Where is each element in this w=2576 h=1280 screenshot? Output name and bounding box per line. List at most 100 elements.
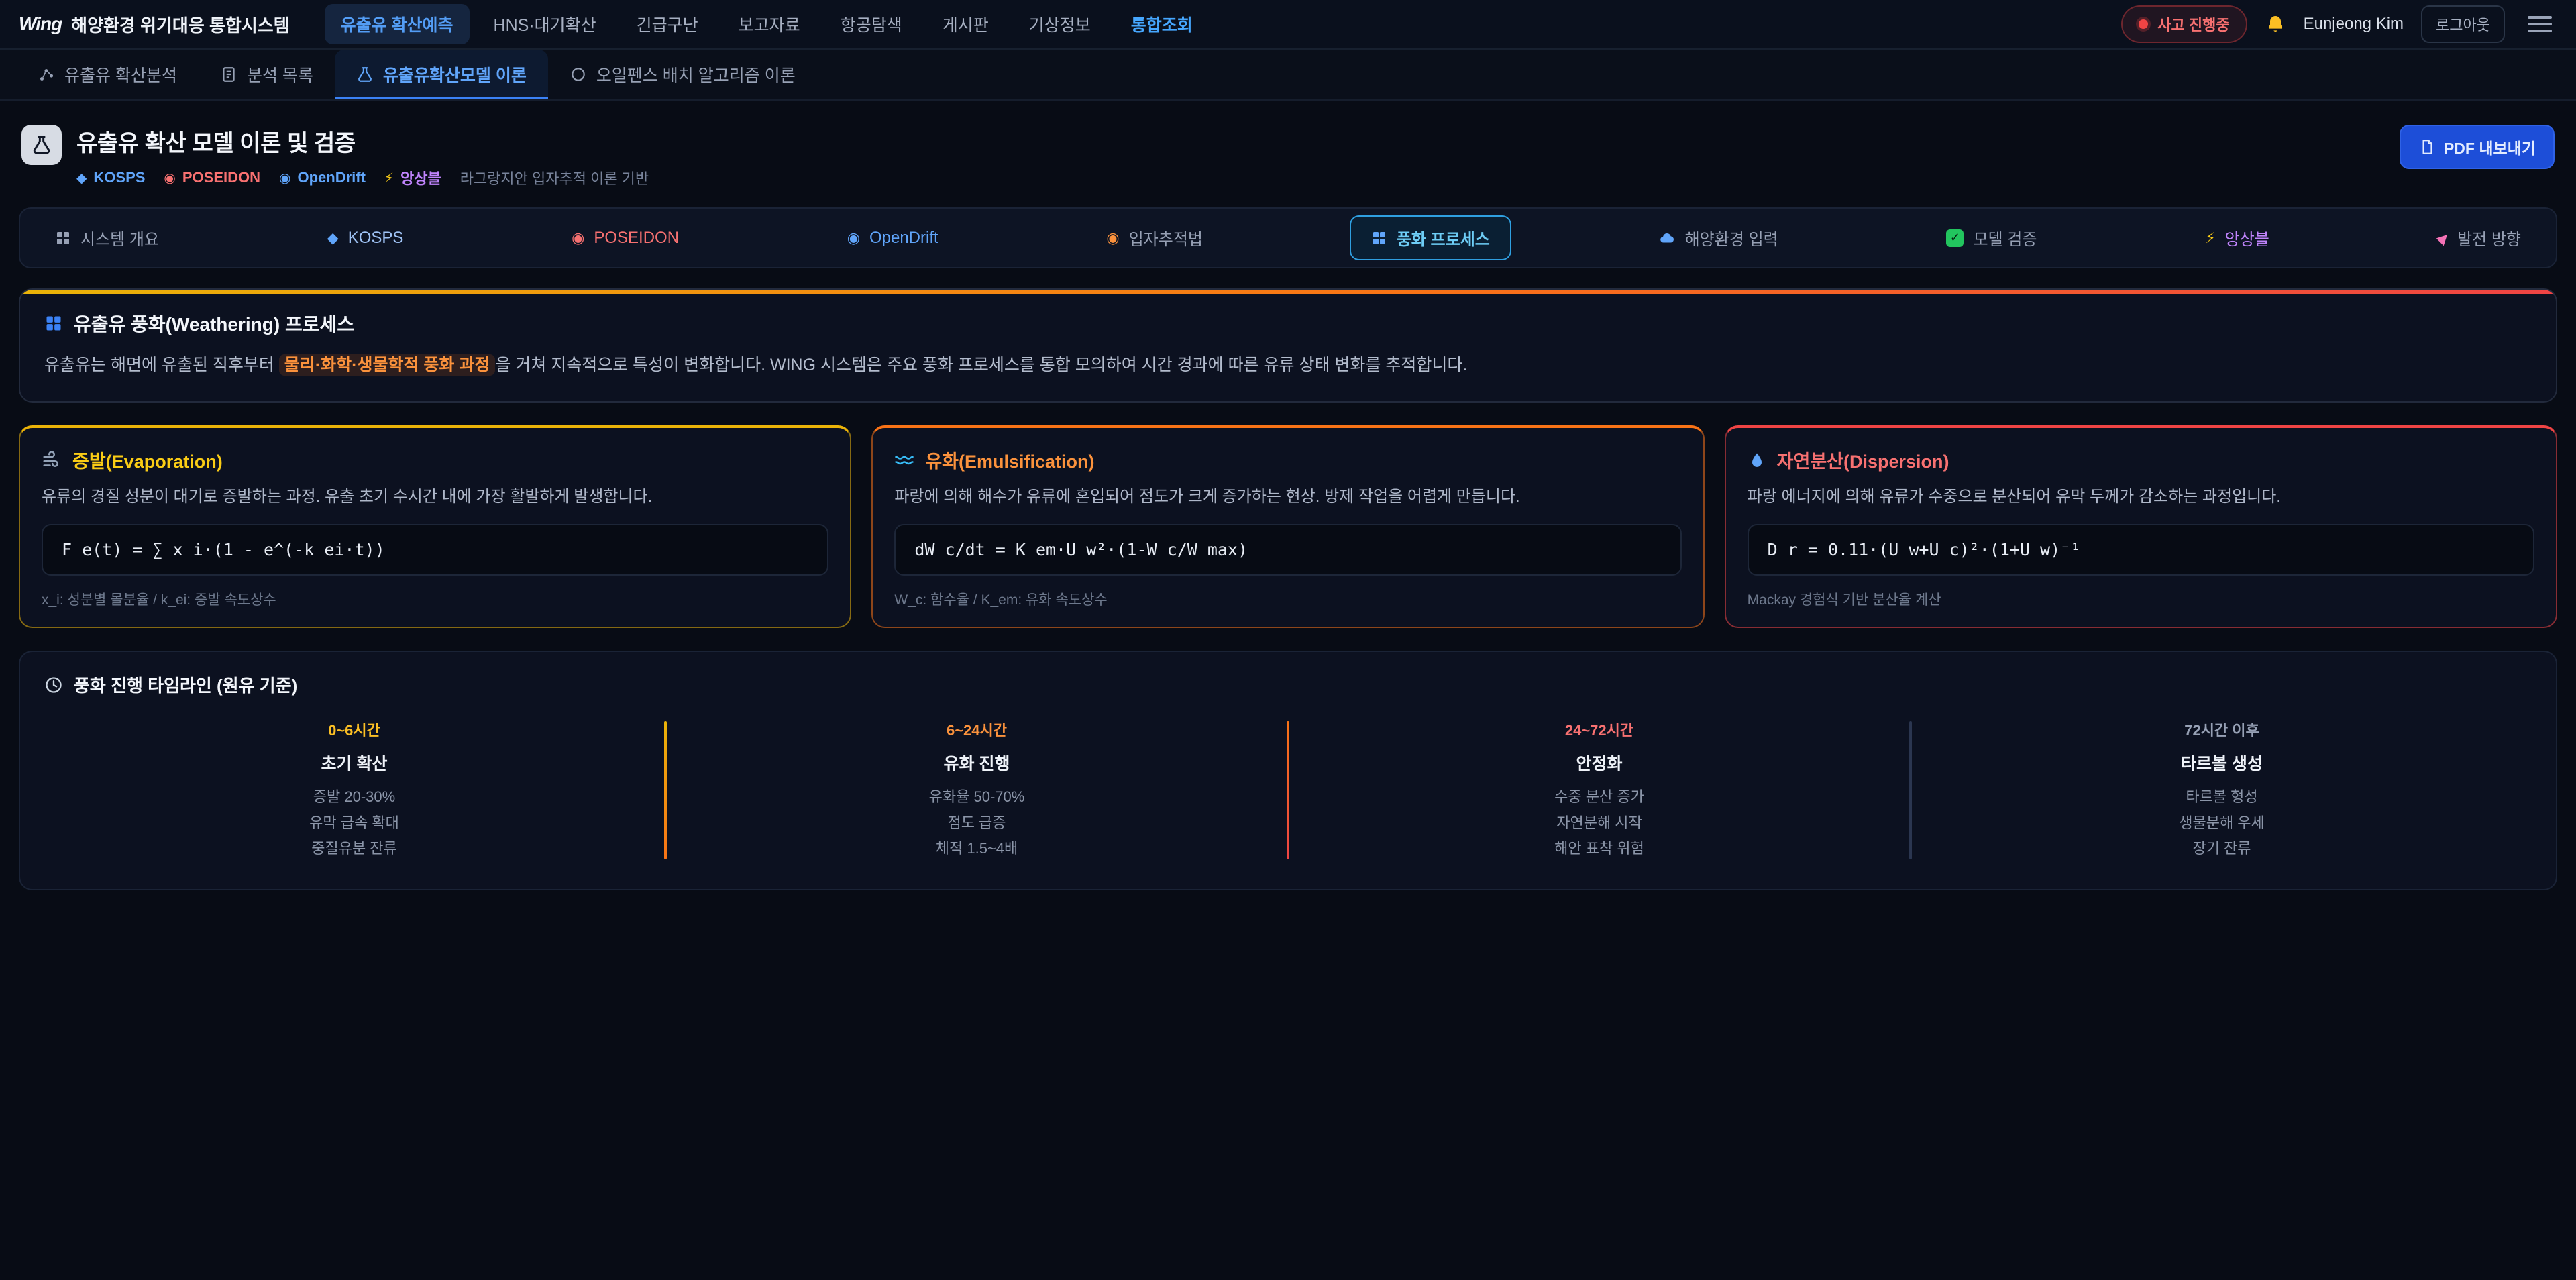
menu-icon[interactable] xyxy=(2522,9,2557,39)
dispersion-note: Mackay 경험식 기반 분산율 계산 xyxy=(1748,589,2534,609)
check-icon: ✓ xyxy=(1946,229,1964,247)
clock-icon xyxy=(44,676,63,694)
weathering-intro-panel: 유출유 풍화(Weathering) 프로세스 유출유는 해면에 유출된 직후부… xyxy=(19,288,2557,403)
process-cards: 증발(Evaporation) 유류의 경질 성분이 대기로 증발하는 과정. … xyxy=(19,425,2557,628)
timeline-title: 풍화 진행 타임라인 (원유 기준) xyxy=(44,672,2532,697)
phase-stage: 초기 확산 xyxy=(44,751,664,775)
phase-time: 6~24시간 xyxy=(667,718,1287,740)
page-header-texts: 유출유 확산 모델 이론 및 검증 ◆ KOSPS ◉ POSEIDON ◉ O xyxy=(76,125,649,189)
nav-item-hns-air-dispersion[interactable]: HNS·대기확산 xyxy=(478,4,612,44)
card-dispersion-desc: 파랑 에너지에 의해 유류가 수중으로 분산되어 유막 두께가 감소하는 과정입… xyxy=(1748,485,2534,509)
page-subtitle: 라그랑지안 입자추적 이론 기반 xyxy=(460,167,649,189)
tab-weathering-process[interactable]: 풍화 프로세스 xyxy=(1350,215,1511,260)
phase-time: 24~72시간 xyxy=(1289,718,1909,740)
nav-item-oil-spill-prediction[interactable]: 유출유 확산예측 xyxy=(325,4,470,44)
grid-icon xyxy=(55,230,71,246)
logout-button[interactable]: 로그아웃 xyxy=(2421,5,2505,43)
wave-icon xyxy=(894,450,914,470)
card-emulsification-desc: 파랑에 의해 해수가 유류에 혼입되어 점도가 크게 증가하는 현상. 방제 작… xyxy=(894,485,1681,509)
bullseye-icon: ◉ xyxy=(164,170,175,186)
circle-icon xyxy=(570,66,587,83)
emulsification-note: W_c: 함수율 / K_em: 유화 속도상수 xyxy=(894,589,1681,609)
chart-grid-icon xyxy=(1371,230,1387,246)
wing-logo-icon: Wing xyxy=(19,13,62,35)
incident-status-badge[interactable]: 사고 진행중 xyxy=(2121,5,2247,43)
weathering-highlight: 물리·화학·생물학적 풍화 과정 xyxy=(279,354,496,376)
flask-icon xyxy=(356,66,374,83)
wind-icon xyxy=(42,450,62,470)
rocket-icon: ▶ xyxy=(2433,228,2453,248)
page-header-left: 유출유 확산 모델 이론 및 검증 ◆ KOSPS ◉ POSEIDON ◉ O xyxy=(21,125,649,189)
timeline-phase-1: 0~6시간 초기 확산 증발 20-30% 유막 급속 확대 중질유분 잔류 xyxy=(44,718,664,862)
flask-badge-icon xyxy=(21,125,62,165)
nav-item-reports[interactable]: 보고자료 xyxy=(722,4,816,44)
badge-opendrift: ◉ OpenDrift xyxy=(279,169,366,186)
card-evaporation-title: 증발(Evaporation) xyxy=(42,447,828,473)
tab-opendrift[interactable]: ◉ OpenDrift xyxy=(826,218,960,258)
incident-dot-icon xyxy=(2139,19,2148,29)
phase-time: 0~6시간 xyxy=(44,718,664,740)
card-dispersion-title: 자연분산(Dispersion) xyxy=(1748,447,2534,473)
badge-poseidon: ◉ POSEIDON xyxy=(164,169,260,186)
tab-model-validation[interactable]: ✓ 모델 검증 xyxy=(1925,215,2058,260)
diamond-icon: ◆ xyxy=(327,231,339,246)
cloud-icon xyxy=(1658,229,1676,247)
document-icon xyxy=(2418,138,2436,156)
subnav-item-diffusion-model-theory[interactable]: 유출유확산모델 이론 xyxy=(335,50,548,99)
tab-marine-environment-input[interactable]: 해양환경 입력 xyxy=(1637,215,1800,260)
grid-icon xyxy=(44,314,63,333)
weathering-description: 유출유는 해면에 유출된 직후부터 물리·화학·생물학적 풍화 과정을 거쳐 지… xyxy=(44,352,2532,378)
nav-item-aerial-search[interactable]: 항공탐색 xyxy=(824,4,918,44)
bullseye-icon: ◉ xyxy=(572,231,584,246)
page-title: 유출유 확산 모델 이론 및 검증 xyxy=(76,125,649,158)
nav-item-board[interactable]: 게시판 xyxy=(926,4,1005,44)
notification-bell-icon[interactable] xyxy=(2265,13,2286,35)
navbar-right: 사고 진행중 Eunjeong Kim 로그아웃 xyxy=(2121,5,2557,43)
page-header: 유출유 확산 모델 이론 및 검증 ◆ KOSPS ◉ POSEIDON ◉ O xyxy=(21,125,2555,189)
subnav-item-analysis-list[interactable]: 분석 목록 xyxy=(199,50,335,99)
phase-stage: 안정화 xyxy=(1289,751,1909,775)
badge-ensemble: ⚡ 앙상블 xyxy=(384,167,441,189)
card-evaporation: 증발(Evaporation) 유류의 경질 성분이 대기로 증발하는 과정. … xyxy=(19,425,851,628)
circle-dot-icon: ◉ xyxy=(279,170,290,186)
model-badge-row: ◆ KOSPS ◉ POSEIDON ◉ OpenDrift ⚡ xyxy=(76,167,649,189)
document-list-icon xyxy=(220,66,237,83)
emulsification-formula: dW_c/dt = K_em·U_w²·(1-W_c/W_max) xyxy=(894,524,1681,576)
scatter-icon xyxy=(38,66,55,83)
card-emulsification-title: 유화(Emulsification) xyxy=(894,447,1681,473)
tab-kosps[interactable]: ◆ KOSPS xyxy=(306,218,425,258)
evaporation-note: x_i: 성분별 몰분율 / k_ei: 증발 속도상수 xyxy=(42,589,828,609)
tab-particle-tracking[interactable]: ◉ 입자추적법 xyxy=(1085,215,1224,260)
subnav-label: 유출유확산모델 이론 xyxy=(383,62,527,87)
circle-dot-icon: ◉ xyxy=(847,231,860,246)
tab-poseidon[interactable]: ◉ POSEIDON xyxy=(550,218,700,258)
card-evaporation-desc: 유류의 경질 성분이 대기로 증발하는 과정. 유출 초기 수시간 내에 가장 … xyxy=(42,485,828,509)
pdf-export-button[interactable]: PDF 내보내기 xyxy=(2400,125,2555,169)
user-name[interactable]: Eunjeong Kim xyxy=(2304,15,2404,34)
phase-stage: 타르볼 생성 xyxy=(1912,751,2532,775)
nav-item-weather-info[interactable]: 기상정보 xyxy=(1013,4,1107,44)
subnav-item-diffusion-analysis[interactable]: 유출유 확산분석 xyxy=(16,50,199,99)
tab-system-overview[interactable]: 시스템 개요 xyxy=(34,215,180,260)
incident-badge-label: 사고 진행중 xyxy=(2157,13,2229,35)
nav-item-emergency-rescue[interactable]: 긴급구난 xyxy=(621,4,714,44)
phase-time: 72시간 이후 xyxy=(1912,718,2532,740)
main-content: 유출유 확산 모델 이론 및 검증 ◆ KOSPS ◉ POSEIDON ◉ O xyxy=(0,101,2576,917)
sub-navbar: 유출유 확산분석 분석 목록 유출유확산모델 이론 오일펜스 배치 알고리즘 이… xyxy=(0,50,2576,101)
atom-icon: ◉ xyxy=(1106,231,1119,246)
timeline-phase-3: 24~72시간 안정화 수중 분산 증가 자연분해 시작 해안 표착 위험 xyxy=(1289,718,1909,862)
subnav-label: 유출유 확산분석 xyxy=(64,62,177,87)
navbar-left: Wing 해양환경 위기대응 통합시스템 유출유 확산예측 HNS·대기확산 긴… xyxy=(19,4,1209,44)
app-logo[interactable]: Wing 해양환경 위기대응 통합시스템 xyxy=(19,12,290,37)
card-dispersion: 자연분산(Dispersion) 파랑 에너지에 의해 유류가 수중으로 분산되… xyxy=(1725,425,2557,628)
badge-kosps: ◆ KOSPS xyxy=(76,169,145,186)
subnav-label: 분석 목록 xyxy=(247,62,313,87)
top-navbar: Wing 해양환경 위기대응 통합시스템 유출유 확산예측 HNS·대기확산 긴… xyxy=(0,0,2576,50)
tab-ensemble[interactable]: ⚡ 앙상블 xyxy=(2184,215,2291,260)
timeline-phase-4: 72시간 이후 타르볼 생성 타르볼 형성 생물분해 우세 장기 잔류 xyxy=(1912,718,2532,862)
subnav-item-oil-fence-algorithm-theory[interactable]: 오일펜스 배치 알고리즘 이론 xyxy=(548,50,817,99)
nav-item-integrated-search[interactable]: 통합조회 xyxy=(1115,4,1209,44)
tab-future-direction[interactable]: ▶ 발전 방향 xyxy=(2416,215,2542,260)
bolt-icon: ⚡ xyxy=(384,170,394,186)
app-root: Wing 해양환경 위기대응 통합시스템 유출유 확산예측 HNS·대기확산 긴… xyxy=(0,0,2576,1280)
